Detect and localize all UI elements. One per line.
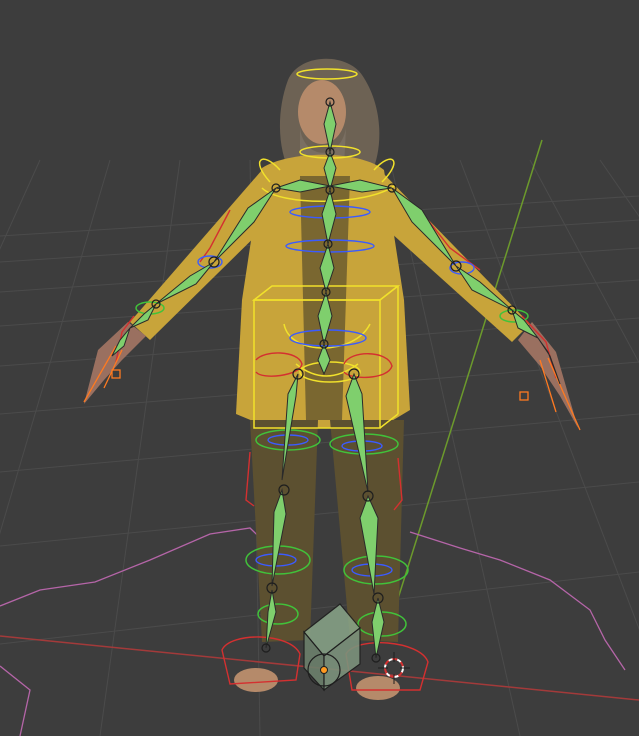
right-foot [356, 676, 400, 700]
right-hand [518, 322, 578, 428]
3d-viewport[interactable] [0, 0, 639, 736]
face [298, 80, 346, 144]
viewport-canvas[interactable] [0, 0, 639, 736]
left-hand [84, 322, 146, 404]
left-foot [234, 668, 278, 692]
